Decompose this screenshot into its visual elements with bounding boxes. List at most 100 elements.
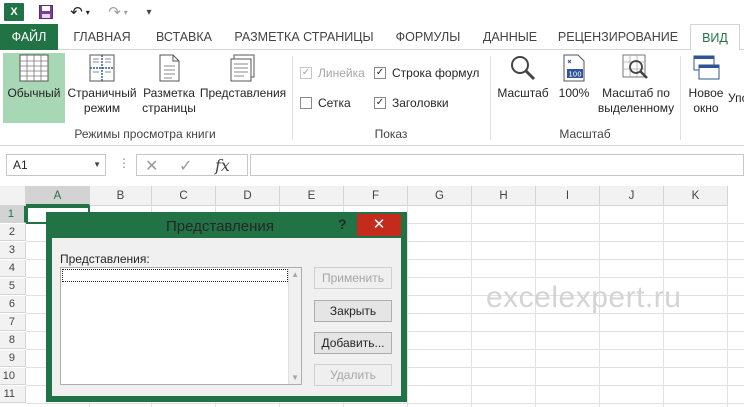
scroll-up-icon[interactable]: ▲: [291, 270, 299, 279]
zoom-group-label: Масштаб: [559, 127, 611, 141]
tab-view[interactable]: ВИД: [690, 24, 740, 51]
name-box-dropdown-icon[interactable]: ▼: [93, 155, 101, 175]
column-header-d[interactable]: D: [216, 186, 280, 206]
dialog-title: Представления: [166, 218, 274, 235]
ribbon: Обычный Страничный режим Разметка страни…: [0, 50, 744, 146]
redo-icon[interactable]: ↷ ▾: [104, 3, 132, 21]
column-header-g[interactable]: G: [408, 186, 472, 206]
ribbon-separator: [490, 56, 491, 140]
ruler-checkbox-box: ✓: [300, 67, 312, 79]
save-icon[interactable]: [38, 3, 54, 21]
arrange-all-button[interactable]: Упо: [728, 53, 744, 123]
tab-formulas[interactable]: ФОРМУЛЫ: [384, 24, 472, 50]
zoom-100-button[interactable]: 100 100%: [554, 53, 594, 123]
undo-icon[interactable]: ↶ ▾: [66, 3, 94, 21]
custom-views-button[interactable]: Представления: [199, 53, 287, 123]
gridline-vertical: [407, 206, 408, 407]
row-header-11[interactable]: 11: [0, 386, 26, 403]
gridlines-checkbox-box: [300, 97, 312, 109]
gridline-vertical: [471, 206, 472, 407]
row-header-1[interactable]: 1: [0, 206, 26, 223]
zoom-selection-icon: [622, 54, 648, 79]
headings-checkbox[interactable]: ✓ Заголовки: [374, 96, 449, 110]
views-group-label: Режимы просмотра книги: [74, 127, 216, 141]
row-header-5[interactable]: 5: [0, 278, 26, 295]
ruler-checkbox[interactable]: ✓ Линейка: [300, 66, 365, 80]
list-focus-item[interactable]: [62, 269, 288, 282]
page-break-icon: [89, 54, 115, 82]
page-layout-icon: [159, 54, 180, 82]
ribbon-separator: [680, 56, 681, 140]
row-header-10[interactable]: 10: [0, 368, 26, 385]
dialog-body: Представления: ▲ ▼ Применить Закрыть Доб…: [52, 238, 401, 396]
enter-icon[interactable]: ✓: [179, 156, 192, 176]
magnifier-icon: [511, 56, 536, 81]
row-header-2[interactable]: 2: [0, 224, 26, 241]
watermark: excelexpert.ru: [486, 281, 682, 314]
scroll-down-icon[interactable]: ▼: [291, 373, 299, 382]
tab-home[interactable]: ГЛАВНАЯ: [62, 24, 142, 50]
column-header-b[interactable]: B: [90, 186, 152, 206]
column-header-j[interactable]: J: [600, 186, 664, 206]
cancel-icon[interactable]: ✕: [145, 156, 158, 176]
row-header-8[interactable]: 8: [0, 332, 26, 349]
formula-bar-checkbox-box: ✓: [374, 67, 386, 79]
row-header-3[interactable]: 3: [0, 242, 26, 259]
show-group-label: Показ: [374, 127, 408, 141]
delete-button[interactable]: Удалить: [314, 364, 392, 386]
tab-insert[interactable]: ВСТАВКА: [144, 24, 224, 50]
column-header-i[interactable]: I: [536, 186, 600, 206]
svg-text:100: 100: [568, 71, 581, 79]
zoom-to-selection-button[interactable]: Масштаб по выделенному: [596, 53, 676, 123]
formula-bar-checkbox[interactable]: ✓ Строка формул: [374, 66, 479, 80]
custom-views-icon: [230, 54, 255, 82]
column-header-e[interactable]: E: [280, 186, 344, 206]
listbox-scrollbar[interactable]: ▲ ▼: [288, 268, 301, 384]
column-header-h[interactable]: H: [472, 186, 536, 206]
normal-view-button[interactable]: Обычный: [3, 53, 65, 123]
name-box[interactable]: A1 ▼: [6, 154, 106, 176]
new-window-icon: [693, 55, 720, 80]
apply-button[interactable]: Применить: [314, 267, 392, 289]
formula-bar-resize-handle[interactable]: ⋮: [118, 156, 130, 170]
gridlines-checkbox[interactable]: Сетка: [300, 96, 351, 110]
row-header-4[interactable]: 4: [0, 260, 26, 277]
gridline-horizontal: [26, 403, 744, 404]
ribbon-tabs: ФАЙЛ ГЛАВНАЯ ВСТАВКА РАЗМЕТКА СТРАНИЦЫ Ф…: [0, 24, 744, 51]
page-break-preview-button[interactable]: Страничный режим: [67, 53, 137, 123]
tab-file[interactable]: ФАЙЛ: [0, 24, 58, 50]
new-window-button[interactable]: Новое окно: [684, 53, 728, 123]
close-icon[interactable]: ✕: [357, 214, 401, 236]
column-header-c[interactable]: C: [152, 186, 216, 206]
column-header-k[interactable]: K: [664, 186, 728, 206]
quick-access-toolbar: X ↶ ▾ ↷ ▾ ▾: [0, 0, 744, 24]
formula-buttons: ✕ ✓ fx: [136, 154, 248, 176]
row-header-6[interactable]: 6: [0, 296, 26, 313]
zoom-100-icon: 100: [563, 54, 585, 82]
page-layout-view-button[interactable]: Разметка страницы: [140, 53, 198, 123]
select-all-corner[interactable]: [0, 186, 26, 206]
excel-logo-icon: X: [4, 3, 24, 21]
add-button[interactable]: Добавить...: [314, 332, 392, 354]
zoom-button[interactable]: Масштаб: [494, 53, 552, 123]
row-header-9[interactable]: 9: [0, 350, 26, 367]
column-header-f[interactable]: F: [344, 186, 408, 206]
formula-bar: A1 ▼ ⋮ ✕ ✓ fx: [0, 146, 744, 186]
insert-function-icon[interactable]: fx: [215, 156, 230, 175]
ribbon-separator: [292, 56, 293, 140]
headings-checkbox-box: ✓: [374, 97, 386, 109]
row-header-7[interactable]: 7: [0, 314, 26, 331]
formula-input[interactable]: [250, 154, 744, 176]
gridline-vertical: [727, 206, 728, 407]
close-button[interactable]: Закрыть: [314, 300, 392, 322]
tab-data[interactable]: ДАННЫЕ: [474, 24, 546, 50]
normal-view-icon: [19, 54, 49, 82]
tab-page-layout[interactable]: РАЗМЕТКА СТРАНИЦЫ: [226, 24, 382, 50]
tab-review[interactable]: РЕЦЕНЗИРОВАНИЕ: [548, 24, 688, 50]
customize-toolbar-icon[interactable]: ▾: [142, 3, 156, 21]
column-header-a[interactable]: A: [26, 186, 90, 206]
views-listbox[interactable]: ▲ ▼: [60, 267, 302, 385]
custom-views-dialog: Представления ? ✕ Представления: ▲ ▼ При…: [46, 212, 407, 402]
views-list-label: Представления:: [60, 252, 150, 266]
help-icon[interactable]: ?: [338, 216, 347, 232]
